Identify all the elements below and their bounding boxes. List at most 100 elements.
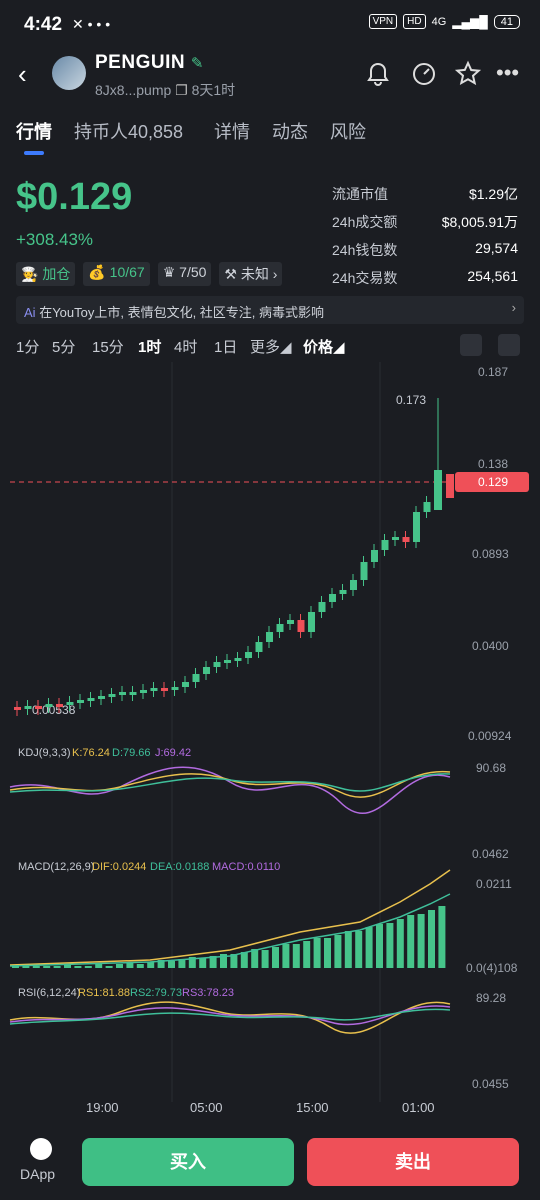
candle	[318, 602, 326, 612]
axis-label: 0.187	[478, 365, 508, 379]
candles	[14, 398, 454, 716]
tf-4h[interactable]: 4时	[174, 336, 197, 357]
candle	[140, 690, 147, 693]
buy-button[interactable]: 买入	[82, 1138, 294, 1186]
kdj-label: KDJ(9,3,3)	[18, 747, 71, 759]
more-icon[interactable]: •••	[496, 60, 519, 86]
tab-market[interactable]: 行情	[16, 118, 52, 144]
badge-unknown[interactable]: ⚒ 未知 ›	[219, 262, 283, 286]
candle	[329, 594, 336, 602]
status-bar: 4:42 ✕ • • • VPN HD 4G ▂▄▆█ 41	[0, 0, 540, 46]
kdj-d: D:79.66	[112, 747, 151, 759]
candle	[308, 612, 315, 632]
macd-min: 0.0(4)108	[466, 961, 518, 975]
macd-bar	[365, 927, 373, 968]
candle	[392, 537, 399, 540]
macd-bar	[43, 966, 51, 968]
tab-holders[interactable]: 持币人40,858	[74, 118, 183, 144]
indicator-icon[interactable]	[460, 334, 482, 356]
candle	[423, 502, 431, 512]
ai-icon: Ai	[24, 305, 36, 320]
price-change: +308.43%	[16, 230, 94, 249]
tf-more[interactable]: 更多◢	[250, 336, 292, 357]
stat-label-volume: 24h成交额	[332, 214, 398, 230]
bell-icon[interactable]	[364, 60, 392, 88]
macd-bar	[376, 924, 383, 968]
macd-dea-line	[9, 893, 451, 967]
tf-1m[interactable]: 1分	[16, 336, 39, 357]
current-price-tag-text: 0.129	[478, 475, 508, 489]
gauge-icon[interactable]	[410, 60, 438, 88]
candle	[224, 660, 231, 663]
macd-bar	[396, 919, 404, 968]
macd-bar	[168, 961, 175, 968]
status-right: VPN HD 4G ▂▄▆█ 41	[368, 14, 520, 29]
macd-label: MACD(12,26,9)	[18, 861, 94, 873]
token-sub[interactable]: 8Jx8...pump ❐ 8天1时	[95, 80, 235, 100]
tab-underline	[24, 151, 44, 155]
stat-value-wallets: 29,574	[475, 240, 518, 256]
tab-risk[interactable]: 风险	[330, 118, 366, 144]
macd-bar	[64, 965, 71, 968]
macd-bar	[199, 958, 207, 968]
battery-icon: 41	[493, 14, 520, 29]
candle	[266, 632, 273, 642]
macd-bar	[334, 935, 342, 968]
macd-bar	[84, 966, 92, 968]
dapp-label[interactable]: DApp	[20, 1166, 55, 1182]
candle	[87, 698, 95, 701]
chart-area[interactable]: 0.187 0.138 0.0893 0.0400 0.00924 0.129 …	[0, 362, 540, 1122]
candle	[182, 682, 189, 687]
stat-value-volume: $8,005.91万	[441, 214, 518, 230]
macd-bar	[344, 931, 352, 968]
time-label: 05:00	[190, 1100, 223, 1115]
candle	[171, 687, 179, 690]
macd-bar	[136, 964, 144, 968]
macd-bar	[147, 962, 155, 968]
candle	[297, 620, 305, 632]
settings-icon[interactable]	[498, 334, 520, 356]
macd-bar	[324, 938, 331, 968]
badge-crown[interactable]: ♛ 7/50	[157, 262, 212, 286]
token-name: PENGUIN ✎	[95, 52, 204, 73]
tf-1h[interactable]: 1时	[138, 336, 161, 357]
badge-add[interactable]: 🧑‍🍳 加仓	[16, 262, 76, 286]
macd-bar	[407, 915, 415, 968]
stat-value-mcap: $1.29亿	[468, 186, 518, 202]
kdj-max: 90.68	[476, 761, 506, 775]
macd-bar	[282, 944, 290, 968]
rsi-label: RSI(6,12,24)	[18, 987, 80, 999]
time-label: 19:00	[86, 1100, 119, 1115]
tf-5m[interactable]: 5分	[52, 336, 75, 357]
ai-summary-bar[interactable]: Ai 在YouToy上市, 表情包文化, 社区专注, 病毒式影响 ›	[16, 296, 524, 324]
tab-bar: 行情 持币人40,858 详情 动态 风险	[0, 116, 540, 160]
candle	[14, 707, 21, 710]
tf-1d[interactable]: 1日	[214, 336, 237, 357]
macd-bar	[105, 966, 113, 968]
back-button[interactable]: ‹	[18, 61, 38, 87]
candle	[413, 512, 420, 542]
candle	[119, 692, 126, 695]
macd-bar	[261, 950, 269, 968]
rsi-rs1: RS1:81.88	[78, 987, 130, 999]
tf-price[interactable]: 价格◢	[303, 336, 345, 357]
badge-ratio[interactable]: 💰 10/67	[83, 262, 150, 286]
tf-15m[interactable]: 15分	[92, 336, 124, 357]
candle	[129, 692, 137, 695]
kdj-k-line	[9, 770, 451, 798]
chevron-right-icon: ›	[511, 300, 516, 315]
copy-icon[interactable]: ❐	[175, 82, 188, 98]
tab-activity[interactable]: 动态	[272, 118, 308, 144]
tab-details[interactable]: 详情	[214, 118, 250, 144]
star-icon[interactable]	[454, 60, 482, 88]
dapp-icon[interactable]	[30, 1138, 52, 1160]
macd-bar	[438, 906, 446, 968]
current-price: $0.129	[16, 176, 133, 218]
stat-label-mcap: 流通市值	[332, 186, 388, 202]
hd-icon: HD	[403, 14, 426, 29]
rsi-rs2: RS2:79.73	[130, 987, 182, 999]
sell-button[interactable]: 卖出	[307, 1138, 519, 1186]
candle	[360, 562, 368, 580]
axis-label: 0.00924	[468, 729, 512, 743]
macd-bar	[272, 947, 279, 968]
